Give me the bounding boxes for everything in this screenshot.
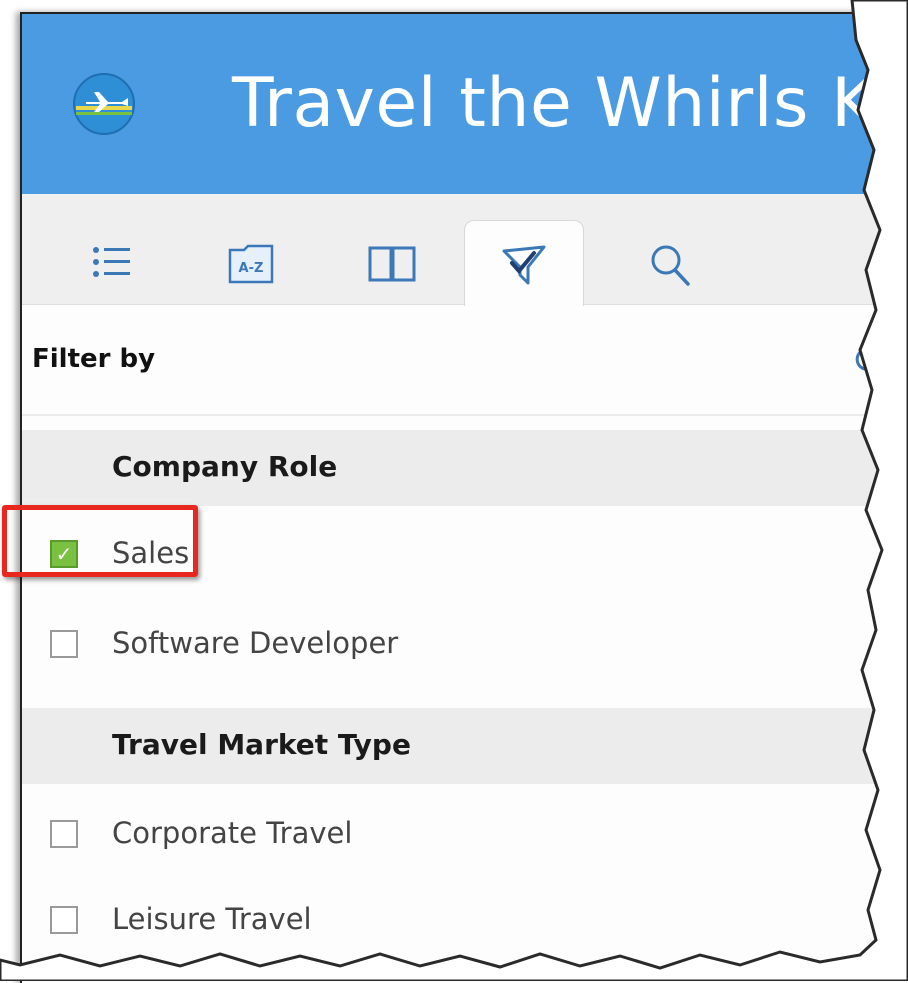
tab-filter[interactable] [464, 220, 584, 306]
highlight-box [2, 505, 198, 577]
tab-search[interactable] [610, 220, 730, 304]
filter-option-software-developer[interactable]: Software Developer [22, 614, 908, 674]
option-label: Leisure Travel [112, 902, 312, 936]
filter-icon [502, 245, 546, 285]
filter-group-company-role: Company Role [22, 430, 908, 506]
filter-group-travel-market-type: Travel Market Type [22, 708, 908, 784]
filter-option-leisure-travel[interactable]: Leisure Travel [22, 890, 908, 950]
app-title: Travel the Whirls Kr [232, 64, 905, 143]
tab-contents[interactable] [52, 220, 172, 304]
filter-header: Filter by [22, 304, 908, 416]
navigation-toolbar: A-Z [22, 194, 908, 306]
a-z-label: A-Z [239, 261, 264, 276]
filter-title: Filter by [32, 344, 156, 374]
app-header: Travel the Whirls Kr [22, 14, 908, 194]
checkbox[interactable] [50, 906, 78, 934]
checkbox[interactable] [50, 820, 78, 848]
help-panel: Travel the Whirls Kr A-Z Filter by Compa… [20, 12, 908, 983]
checkbox[interactable] [50, 630, 78, 658]
tab-glossary[interactable] [332, 220, 452, 304]
reset-icon[interactable] [852, 344, 882, 374]
plane-globe-icon[interactable] [72, 72, 136, 136]
option-label: Corporate Travel [112, 816, 353, 850]
search-icon [651, 245, 690, 286]
a-z-index-icon: A-Z [228, 244, 274, 284]
book-icon [368, 246, 416, 282]
tab-index[interactable]: A-Z [192, 220, 312, 304]
option-label: Software Developer [112, 626, 399, 660]
group-label: Company Role [112, 450, 338, 483]
list-icon [93, 247, 130, 277]
filter-option-corporate-travel[interactable]: Corporate Travel [22, 804, 908, 864]
group-label: Travel Market Type [112, 728, 411, 761]
